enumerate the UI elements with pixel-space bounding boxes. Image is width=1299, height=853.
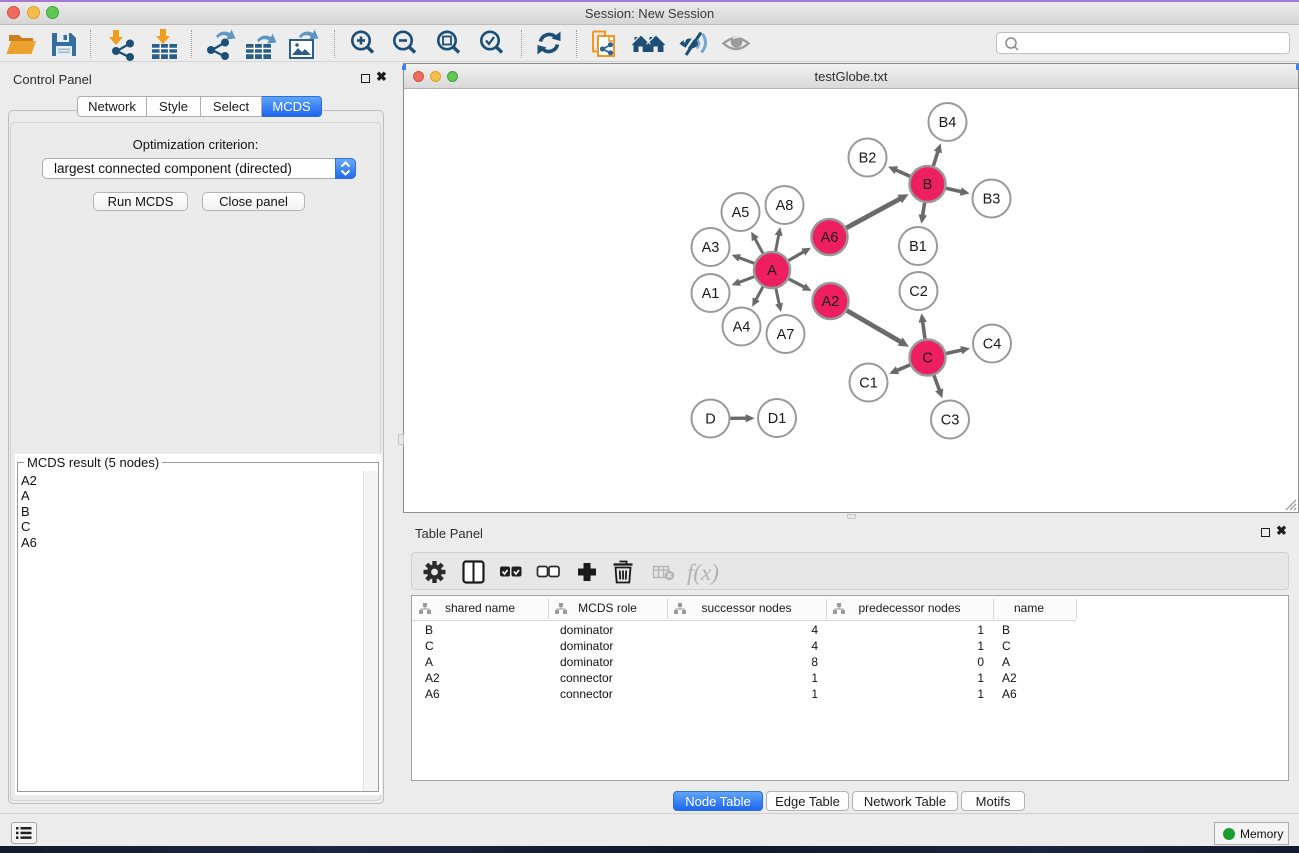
svg-text:A5: A5 [731,205,749,221]
svg-text:A6: A6 [820,230,838,246]
svg-text:A1: A1 [701,286,719,302]
svg-text:B3: B3 [982,191,1000,207]
svg-text:D: D [705,411,715,427]
svg-text:A3: A3 [701,240,719,256]
svg-text:A8: A8 [775,198,793,214]
svg-text:B1: B1 [909,239,927,255]
svg-text:B: B [922,177,932,193]
svg-text:C2: C2 [909,284,928,300]
svg-text:B2: B2 [858,150,876,166]
svg-text:A4: A4 [732,319,750,335]
svg-text:A: A [767,263,777,279]
svg-text:A2: A2 [821,294,839,310]
svg-text:A7: A7 [776,327,794,343]
svg-text:B4: B4 [938,115,956,131]
svg-text:C1: C1 [859,375,878,391]
svg-text:C3: C3 [940,412,959,428]
svg-text:C4: C4 [982,336,1001,352]
svg-text:D1: D1 [767,411,786,427]
svg-text:C: C [922,350,932,366]
svg-text:f(x): f(x) [687,560,719,585]
